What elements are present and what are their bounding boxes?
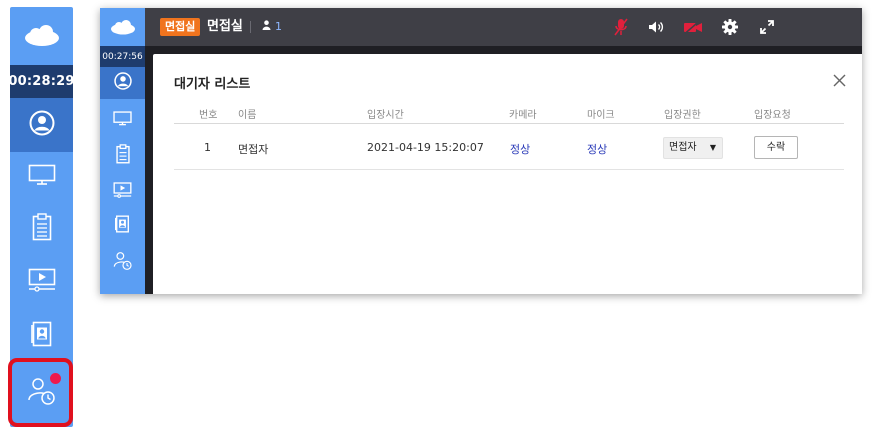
cloud-logo-icon (100, 8, 145, 46)
mini-sidebar-item-contact[interactable] (100, 208, 145, 244)
column-header-name: 이름 (238, 110, 257, 121)
column-header-camera: 카메라 (509, 110, 537, 121)
row-camera-status: 정상 (510, 143, 531, 156)
close-icon[interactable] (831, 72, 847, 88)
mini-sidebar-item-waiting-list[interactable] (100, 244, 145, 280)
participant-count-value: 1 (275, 20, 282, 33)
video-player-icon (113, 182, 132, 202)
clipboard-icon (115, 144, 130, 168)
modal-title: 대기자 리스트 (174, 77, 251, 92)
mini-sidebar-item-document[interactable] (100, 138, 145, 174)
mini-sidebar-item-video[interactable] (100, 174, 145, 210)
session-timer: 00:28:29 (8, 65, 74, 98)
gear-icon[interactable] (720, 17, 740, 37)
column-header-number: 번호 (199, 110, 218, 121)
contact-card-icon (30, 321, 53, 351)
row-mic-status: 정상 (587, 143, 608, 156)
clipboard-icon (32, 213, 52, 245)
column-header-request: 입장요청 (754, 110, 791, 121)
sidebar-item-contact[interactable] (10, 311, 73, 361)
waiting-list-highlight (8, 358, 73, 427)
table-header: 번호 이름 입장시간 카메라 마이크 입장권한 입장요청 (174, 102, 844, 124)
mic-muted-icon[interactable] (611, 17, 631, 37)
cloud-logo-icon (10, 7, 73, 65)
row-entry-time: 2021-04-19 15:20:07 (367, 141, 484, 154)
divider (250, 21, 251, 33)
room-name: 면접실 (207, 19, 243, 34)
monitor-icon (28, 164, 56, 190)
row-name: 면접자 (238, 143, 269, 156)
contact-card-icon (115, 215, 130, 237)
waiting-list-modal: 대기자 리스트 번호 이름 입장시간 카메라 마이크 입장권한 입장요청 1 면… (153, 54, 862, 294)
top-bar: 면접실 면접실 1 (100, 8, 862, 46)
video-strip (145, 46, 862, 52)
mini-sidebar: 00:27:56 (100, 46, 145, 294)
caret-down-icon: ▼ (709, 143, 716, 152)
sidebar-item-document[interactable] (10, 204, 73, 254)
user-circle-icon (113, 72, 132, 94)
speaker-icon[interactable] (646, 17, 666, 37)
mini-session-timer: 00:27:56 (100, 46, 145, 67)
column-header-mic: 마이크 (587, 110, 615, 121)
permission-select-value: 면접자 (669, 142, 697, 153)
room-badge: 면접실 (160, 18, 201, 36)
sidebar-item-screen[interactable] (10, 152, 73, 202)
column-header-time: 입장시간 (367, 110, 404, 121)
participant-count: 1 (262, 19, 282, 35)
user-circle-icon (29, 110, 55, 140)
fullscreen-icon[interactable] (757, 17, 777, 37)
video-player-icon (28, 268, 56, 296)
user-clock-icon (113, 250, 133, 274)
notification-dot (50, 373, 61, 384)
sidebar-item-profile[interactable] (10, 98, 73, 152)
sidebar-item-video[interactable] (10, 257, 73, 307)
row-number: 1 (204, 141, 211, 154)
accept-button[interactable]: 수락 (754, 136, 798, 159)
camera-off-icon[interactable] (683, 17, 703, 37)
mini-sidebar-item-screen[interactable] (100, 102, 145, 138)
permission-select[interactable]: 면접자 ▼ (663, 137, 723, 159)
app-screenshot: 면접실 면접실 1 00:27:56 대기자 리스트 번호 이름 입장시간 카메… (100, 8, 862, 294)
person-icon (262, 19, 271, 35)
monitor-icon (113, 110, 132, 130)
mini-sidebar-item-profile[interactable] (100, 67, 145, 99)
table-row: 1 면접자 2021-04-19 15:20:07 정상 정상 면접자 ▼ 수락 (174, 125, 844, 170)
column-header-permission: 입장권한 (664, 110, 701, 121)
